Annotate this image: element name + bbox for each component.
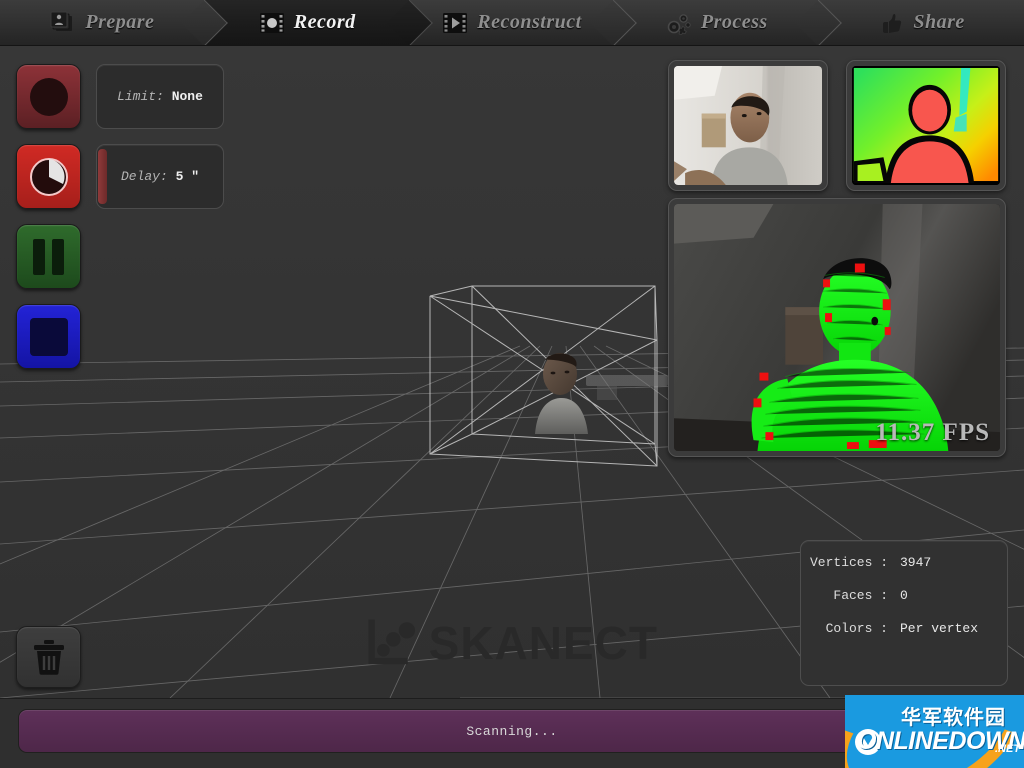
- depth-map-image: [852, 66, 1000, 185]
- tab-record[interactable]: Record: [204, 0, 410, 45]
- tab-reconstruct[interactable]: Reconstruct: [409, 0, 615, 45]
- mesh-stats-panel: Vertices : 3947 Faces : 0 Colors : Per v…: [800, 540, 1008, 686]
- background-shelf: [586, 375, 668, 386]
- tab-share-label: Share: [913, 11, 965, 33]
- tab-process-label: Process: [700, 11, 768, 33]
- vertices-value: 3947: [900, 555, 932, 570]
- skanect-watermark-logo: SKANECT: [368, 612, 658, 674]
- delay-field-text: Delay: 5 ″: [121, 169, 199, 184]
- limit-field[interactable]: Limit: None: [96, 64, 224, 129]
- limit-field-text: Limit: None: [117, 89, 203, 104]
- faces-value: 0: [900, 588, 908, 603]
- stats-row-colors: Colors : Per vertex: [801, 621, 995, 636]
- gears-icon: [667, 13, 691, 35]
- square-icon: [29, 317, 68, 356]
- delay-label: Delay:: [120, 169, 168, 184]
- fps-counter: 11.37 FPS: [875, 419, 990, 446]
- tab-process[interactable]: Process: [614, 0, 820, 45]
- pie-timer-icon: [29, 157, 68, 196]
- circle-icon: [29, 77, 68, 116]
- thumbs-up-icon: [883, 13, 902, 33]
- stats-row-vertices: Vertices : 3947: [801, 555, 995, 570]
- colors-value: Per vertex: [900, 621, 979, 636]
- tab-share[interactable]: Share: [819, 0, 1024, 45]
- tab-reconstruct-label: Reconstruct: [477, 11, 582, 33]
- delay-field[interactable]: Delay: 5 ″: [96, 144, 224, 209]
- tab-prepare-label: Prepare: [85, 11, 155, 33]
- skanect-mark-icon: [368, 619, 416, 665]
- faces-label: Faces :: [833, 588, 888, 603]
- skanect-wordmark: SKANECT: [428, 617, 658, 669]
- main-navigation-bar: Prepare Record Reconstruct Process Share: [0, 0, 1024, 46]
- photos-stack-icon: [50, 11, 73, 31]
- delay-value: 5: [175, 169, 184, 184]
- pause-bars-icon: [33, 238, 64, 275]
- progress-status-label: Scanning...: [466, 723, 558, 739]
- watermark-chinese-text: 华军软件园: [901, 705, 1006, 729]
- stats-row-faces: Faces : 0: [801, 588, 995, 603]
- limit-value: None: [171, 89, 203, 104]
- trash-icon: [33, 640, 64, 675]
- scanned-model-mesh: [535, 353, 588, 434]
- live-scan-preview[interactable]: 11.37 FPS: [668, 198, 1006, 457]
- stop-button[interactable]: [16, 304, 81, 369]
- colors-label: Colors :: [825, 621, 888, 636]
- timer-button[interactable]: [16, 144, 81, 209]
- delay-unit: ″: [191, 169, 200, 184]
- film-record-icon: [259, 12, 284, 33]
- pause-button[interactable]: [16, 224, 81, 289]
- vertices-label: Vertices :: [809, 555, 888, 570]
- record-toolbar: [16, 64, 81, 384]
- background-shelf-leg: [597, 386, 617, 400]
- rgb-camera-preview[interactable]: [668, 60, 828, 191]
- delay-slider-handle[interactable]: [98, 149, 107, 204]
- depth-map-preview[interactable]: [846, 60, 1006, 191]
- tab-prepare[interactable]: Prepare: [0, 0, 205, 45]
- watermark-tld-text: .NET: [995, 743, 1021, 755]
- onlinedown-watermark: 华军软件园 ONLINEDOWN .NET: [845, 695, 1024, 768]
- live-scan-image: 11.37 FPS: [674, 204, 1000, 451]
- limit-label: Limit:: [117, 89, 164, 104]
- rgb-camera-image: [674, 66, 822, 185]
- tab-record-label: Record: [293, 11, 356, 33]
- delete-scan-button[interactable]: [16, 626, 81, 688]
- record-button[interactable]: [16, 64, 81, 129]
- film-play-icon: [443, 12, 468, 33]
